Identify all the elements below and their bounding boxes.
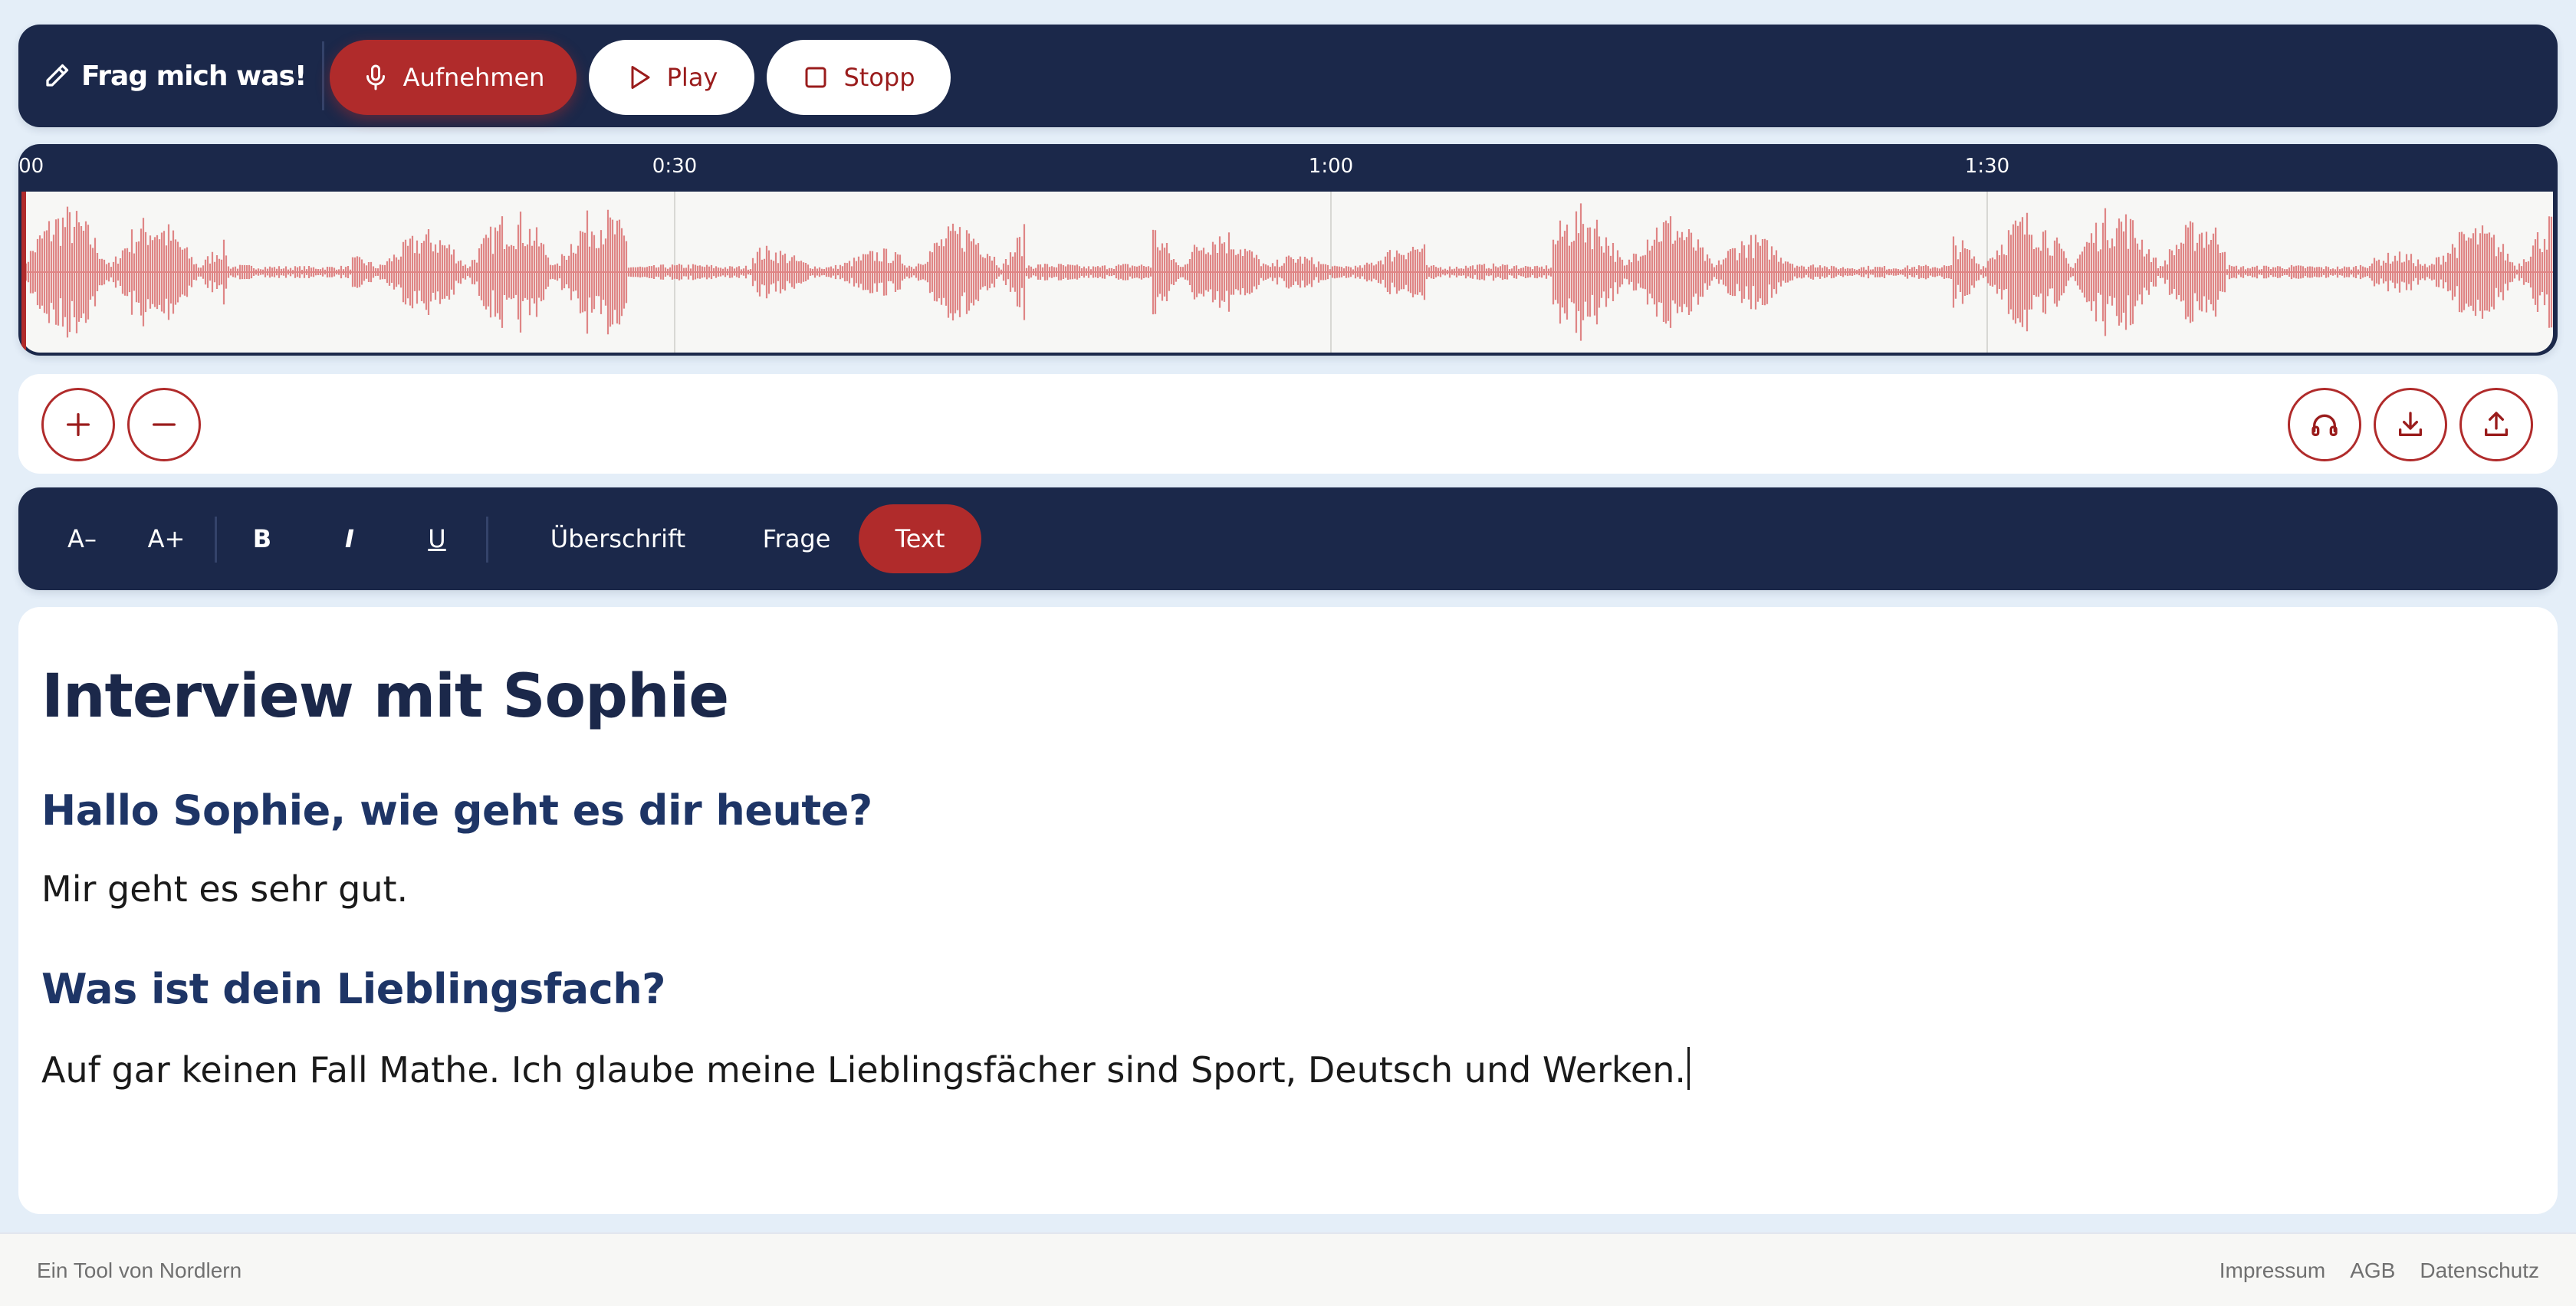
top-toolbar: Frag mich was! Aufnehmen Play Stopp [18, 25, 2558, 127]
zoom-in-button[interactable] [41, 388, 115, 461]
impressum-link[interactable]: Impressum [2220, 1258, 2325, 1283]
headphones-icon [2312, 414, 2338, 436]
stop-button[interactable]: Stopp [767, 40, 951, 115]
upload-button[interactable] [2459, 388, 2533, 461]
listen-button[interactable] [2288, 388, 2361, 461]
pencil-icon [46, 64, 69, 87]
format-toolbar: A– A+ B I U Überschrift Frage Text [18, 487, 2558, 590]
download-button[interactable] [2374, 388, 2447, 461]
font-larger-button[interactable]: A+ [133, 504, 199, 573]
answer-text: Auf gar keinen Fall Mathe. Ich glaube me… [41, 1049, 1686, 1091]
waveform-canvas[interactable] [21, 192, 2553, 353]
stop-label: Stopp [843, 63, 915, 92]
footer: Ein Tool von Nordlern Impressum AGB Date… [0, 1232, 2576, 1306]
zoom-toolbar [18, 374, 2558, 474]
underline-button[interactable]: U [406, 504, 468, 573]
timeline-tick: 1:00 [1308, 155, 1354, 178]
bold-button[interactable]: B [232, 504, 293, 573]
microphone-icon [366, 64, 385, 90]
datenschutz-link[interactable]: Datenschutz [2420, 1258, 2539, 1283]
footer-credit: Ein Tool von Nordlern [37, 1258, 242, 1282]
question-paragraph[interactable]: Hallo Sophie, wie geht es dir heute? [41, 786, 2535, 835]
timeline-tick: 0:00 [18, 155, 44, 178]
document-title[interactable]: Interview mit Sophie [41, 662, 2535, 731]
answer-paragraph[interactable]: Mir geht es sehr gut. [41, 868, 2535, 910]
format-divider [486, 517, 488, 563]
format-divider [215, 517, 217, 563]
app-brand: Frag mich was! [43, 25, 307, 127]
text-cursor [1687, 1047, 1690, 1090]
stop-icon [805, 67, 826, 88]
download-icon [2399, 412, 2422, 436]
question-paragraph[interactable]: Was ist dein Lieblingsfach? [41, 965, 2535, 1013]
timeline[interactable]: 0:00 0:30 1:00 1:30 [18, 144, 2558, 192]
style-question-button[interactable]: Frage [739, 504, 854, 573]
play-label: Play [666, 63, 718, 92]
timeline-tick: 0:30 [652, 155, 698, 178]
agb-link[interactable]: AGB [2350, 1258, 2395, 1283]
font-smaller-button[interactable]: A– [49, 504, 115, 573]
text-editor[interactable]: Interview mit Sophie Hallo Sophie, wie g… [18, 607, 2558, 1214]
waveform-panel[interactable]: 0:00 0:30 1:00 1:30 [18, 144, 2558, 356]
plus-icon [67, 413, 90, 436]
zoom-out-button[interactable] [127, 388, 201, 461]
play-icon [631, 66, 650, 89]
style-heading-button[interactable]: Überschrift [518, 504, 718, 573]
footer-links: Impressum AGB Datenschutz [2220, 1258, 2539, 1283]
app-title: Frag mich was! [81, 60, 307, 92]
toolbar-divider [322, 41, 324, 110]
playhead[interactable] [21, 192, 26, 353]
timeline-tick: 1:30 [1964, 155, 2010, 178]
waveform [21, 192, 2553, 353]
minus-icon [153, 423, 176, 426]
record-label: Aufnehmen [402, 63, 545, 92]
style-text-button[interactable]: Text [859, 504, 981, 573]
italic-button[interactable]: I [319, 504, 380, 573]
upload-icon [2485, 412, 2508, 436]
answer-paragraph[interactable]: Auf gar keinen Fall Mathe. Ich glaube me… [41, 1047, 2535, 1091]
record-button[interactable]: Aufnehmen [330, 40, 577, 115]
play-button[interactable]: Play [589, 40, 754, 115]
